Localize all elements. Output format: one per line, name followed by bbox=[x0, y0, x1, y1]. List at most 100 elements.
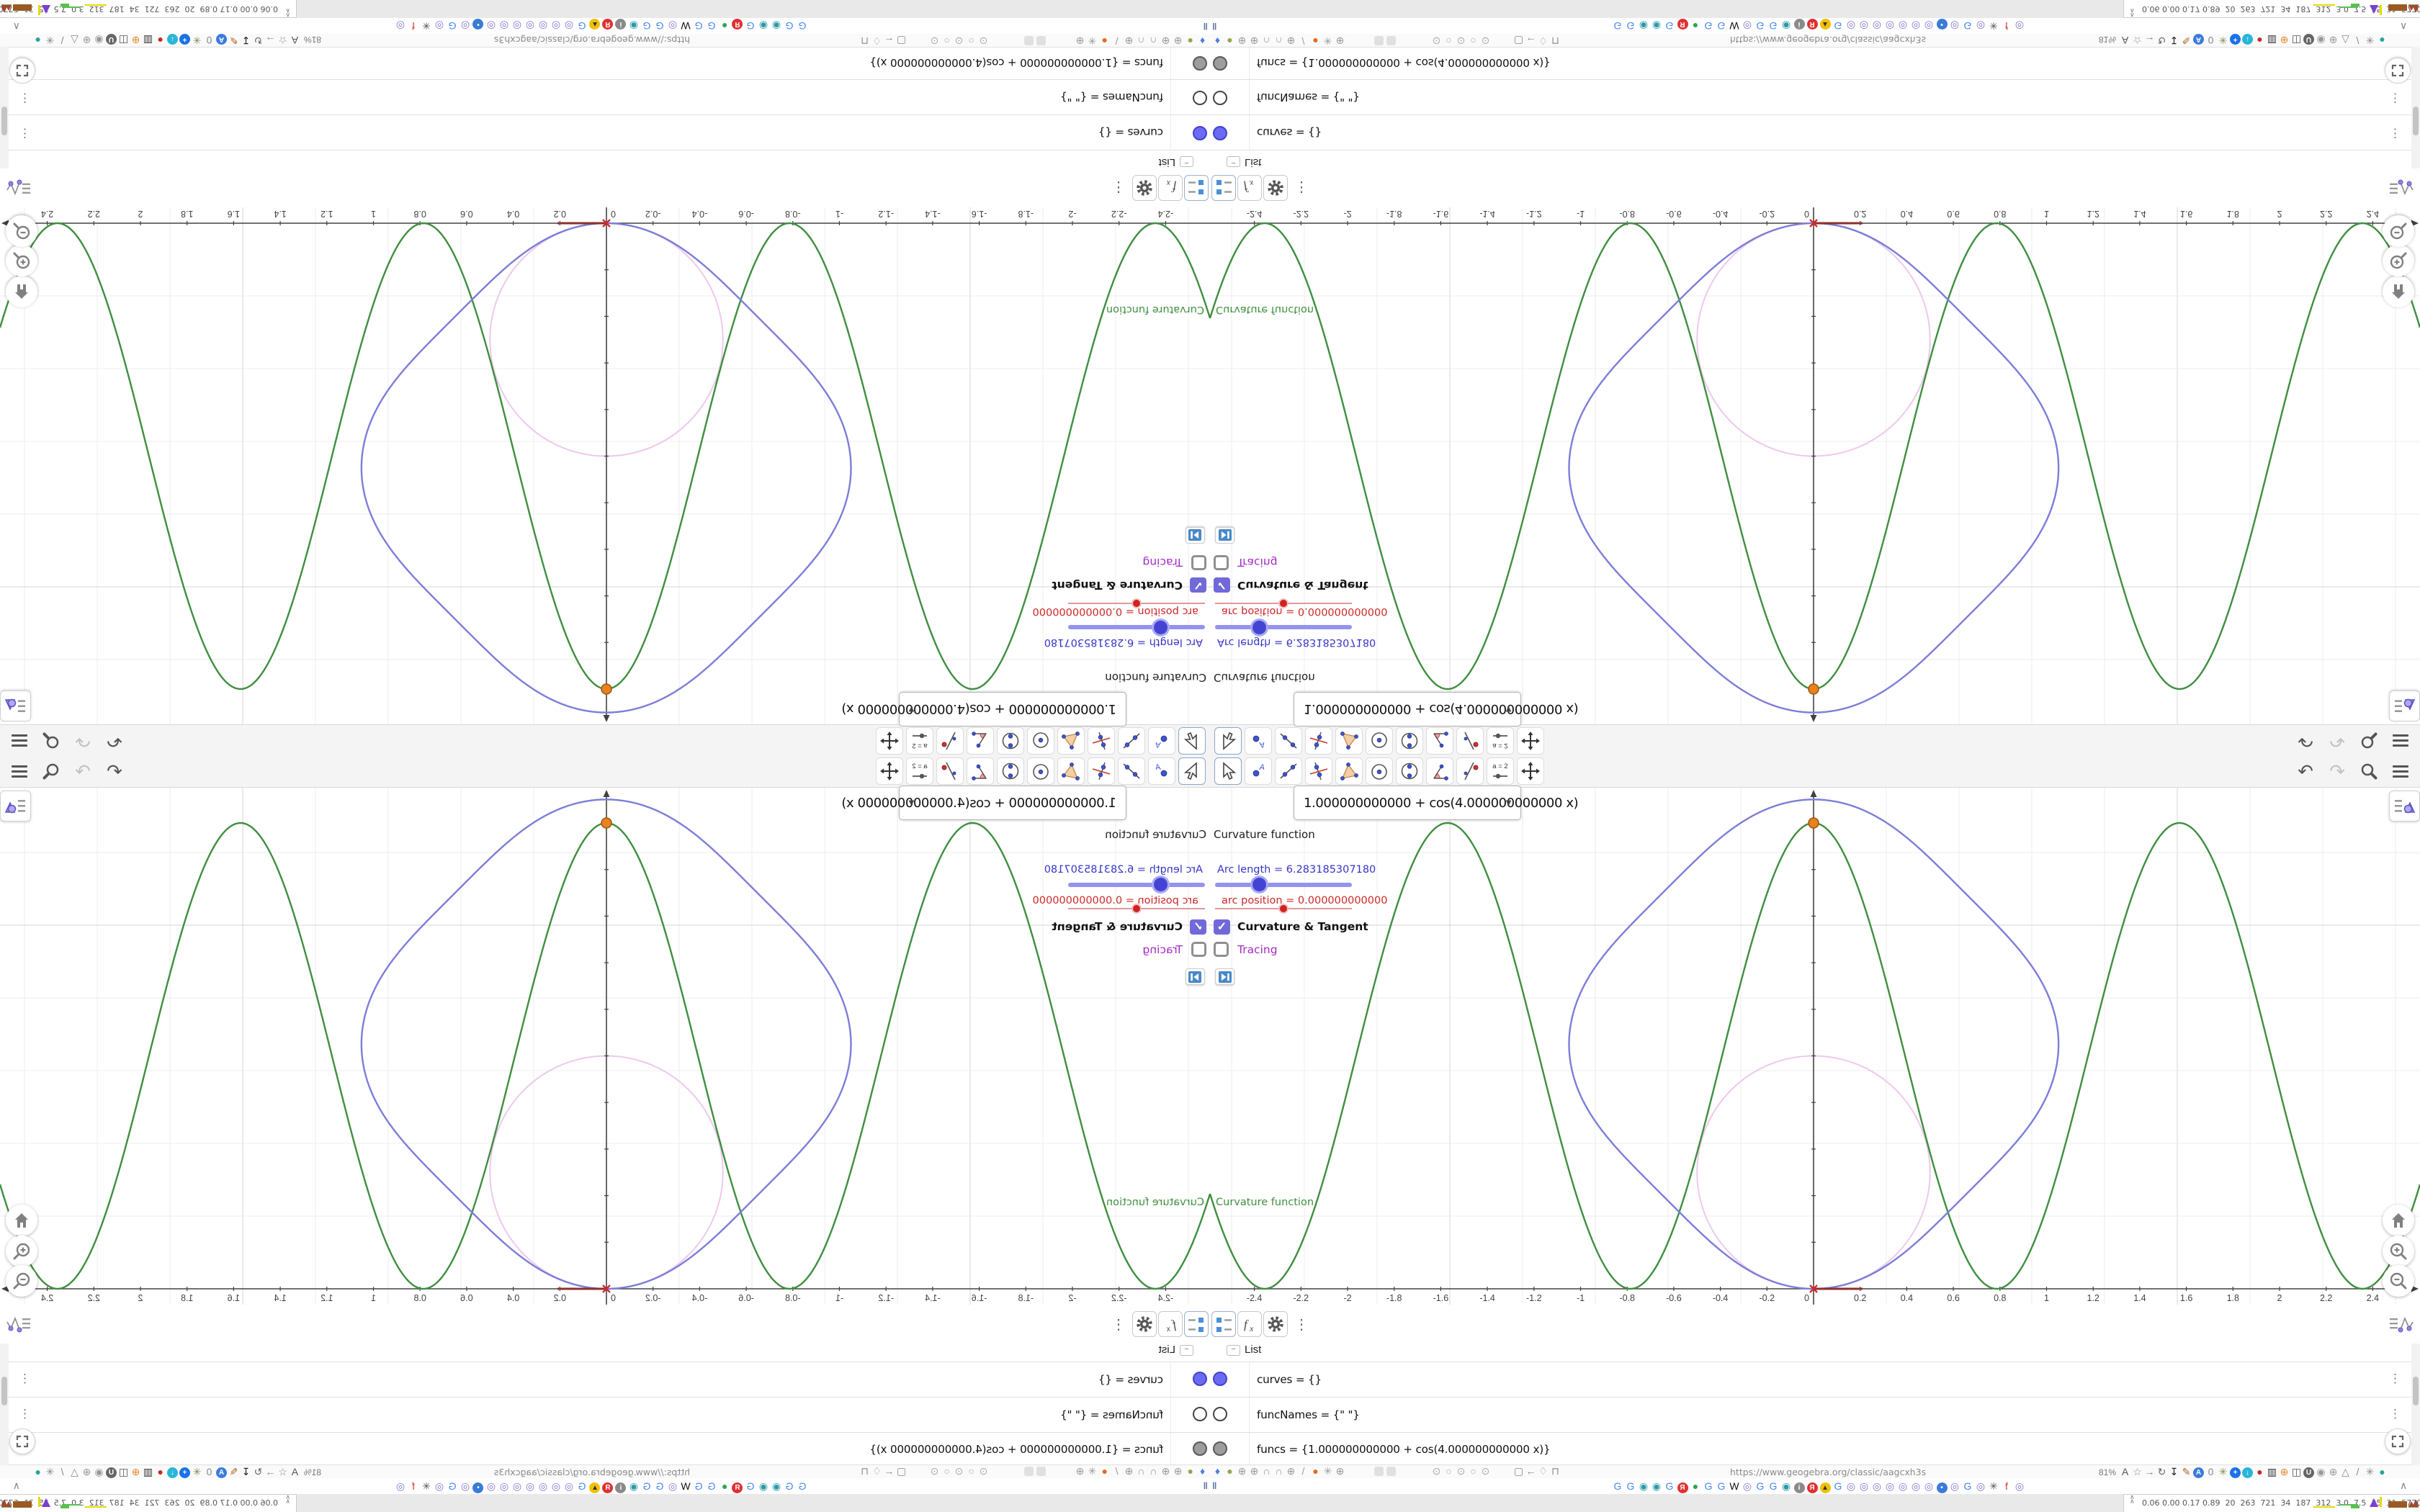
zoom-out-button[interactable] bbox=[6, 215, 37, 247]
extension-icon[interactable]: ⊕ bbox=[1172, 1465, 1184, 1477]
extension-icon[interactable]: ⊕ bbox=[1334, 35, 1346, 47]
favicon[interactable]: ◎ bbox=[459, 1479, 472, 1493]
favicon[interactable]: ◉ bbox=[770, 1479, 783, 1493]
page-action-icon[interactable]: 0 bbox=[203, 1466, 215, 1478]
zoom-in-button[interactable] bbox=[6, 1236, 37, 1267]
slider-tool[interactable]: a = 2 bbox=[906, 727, 933, 755]
extension-icon[interactable]: ∩ bbox=[1147, 35, 1160, 47]
extension-icon[interactable]: ⊕ bbox=[1123, 35, 1135, 47]
page-action-icon[interactable]: ⊕ bbox=[2278, 1466, 2290, 1478]
visibility-marble-funcNames[interactable] bbox=[1213, 1407, 1227, 1421]
angle-tool[interactable] bbox=[1426, 757, 1453, 785]
outline-icon[interactable]: ⊓ bbox=[859, 1465, 871, 1477]
page-action-icon[interactable]: ↧ bbox=[240, 1466, 252, 1478]
placeholder-icon[interactable] bbox=[1374, 36, 1384, 45]
favicon[interactable]: ◎ bbox=[1857, 19, 1870, 33]
page-action-icon[interactable]: ⊕ bbox=[2327, 35, 2339, 47]
view-settings-card[interactable] bbox=[2389, 791, 2420, 822]
row-menu-icon[interactable]: ⋮ bbox=[2389, 126, 2401, 140]
extension-icon[interactable]: ♦ bbox=[1196, 1465, 1209, 1477]
algebra-view-button[interactable] bbox=[1211, 1311, 1236, 1337]
favicon[interactable]: G bbox=[1702, 1479, 1715, 1493]
tracing-checkbox[interactable] bbox=[1214, 942, 1229, 957]
intersect-lines-tool[interactable] bbox=[1088, 757, 1115, 785]
favicon[interactable]: G bbox=[653, 19, 666, 33]
page-action-icon[interactable]: ◉ bbox=[2315, 35, 2327, 47]
extension-icon[interactable]: ∩ bbox=[1273, 1465, 1285, 1477]
ring-icon[interactable]: ⊙ bbox=[1455, 1465, 1467, 1477]
extension-icon[interactable]: ∩ bbox=[1260, 35, 1273, 47]
favicon[interactable]: ◎ bbox=[511, 1479, 524, 1493]
favicon[interactable]: ◎ bbox=[524, 1479, 537, 1493]
favicon[interactable]: ◎ bbox=[1974, 19, 1987, 33]
arc-position-slider-handle[interactable] bbox=[1133, 905, 1140, 912]
page-action-icon[interactable]: ● bbox=[2376, 35, 2388, 47]
page-action-icon[interactable]: A bbox=[289, 1466, 301, 1478]
scrollbar-thumb[interactable] bbox=[2413, 107, 2419, 135]
favicon[interactable]: G bbox=[1702, 19, 1715, 33]
extension-icon[interactable]: ⊕ bbox=[1172, 35, 1184, 47]
page-action-icon[interactable]: A bbox=[2192, 34, 2205, 47]
ring-icon[interactable]: ⊙ bbox=[1430, 35, 1443, 47]
zoom-out-button[interactable] bbox=[2383, 215, 2414, 247]
page-action-icon[interactable]: U bbox=[105, 1465, 117, 1478]
page-action-icon[interactable]: ● bbox=[2376, 1466, 2388, 1478]
favicon[interactable]: G bbox=[653, 1479, 666, 1493]
pan-tool[interactable] bbox=[1517, 757, 1544, 785]
undo-button[interactable]: ↶ bbox=[2292, 757, 2319, 785]
graphics-panel-icon[interactable] bbox=[4, 176, 32, 199]
point-tool[interactable]: A bbox=[1245, 757, 1272, 785]
tracing-checkbox[interactable] bbox=[1214, 555, 1229, 570]
intersect-lines-tool[interactable] bbox=[1088, 727, 1115, 755]
page-action-icon[interactable]: △ bbox=[2339, 1466, 2352, 1478]
page-action-icon[interactable]: + bbox=[179, 34, 191, 47]
extension-icon[interactable]: ∩ bbox=[1135, 35, 1147, 47]
favicon[interactable]: G bbox=[692, 19, 705, 33]
algebra-row-curves[interactable]: curves = {} bbox=[1098, 126, 1163, 139]
page-action-icon[interactable]: ● bbox=[154, 35, 166, 47]
page-action-icon[interactable]: ⊕ bbox=[81, 1466, 93, 1478]
favicon[interactable]: G bbox=[446, 1479, 459, 1493]
page-action-icon[interactable]: ◫ bbox=[117, 35, 130, 47]
favicon[interactable]: ◎ bbox=[524, 19, 537, 33]
page-action-icon[interactable]: ● bbox=[2254, 1466, 2266, 1478]
outline-icon[interactable]: ▢ bbox=[895, 1465, 908, 1477]
algebra-row-funcs[interactable]: funcs = {1.000000000000 + cos(4.00000000… bbox=[870, 56, 1163, 69]
row-menu-icon[interactable]: ⋮ bbox=[19, 91, 31, 105]
favicon[interactable]: G bbox=[1767, 1479, 1780, 1493]
arc-position-slider[interactable] bbox=[1215, 905, 1352, 912]
circle-tool[interactable] bbox=[1027, 757, 1054, 785]
play-pause-button[interactable] bbox=[1215, 527, 1234, 544]
favicon[interactable]: ◉ bbox=[770, 19, 783, 33]
circle-tool[interactable] bbox=[1366, 757, 1393, 785]
favicon[interactable]: i bbox=[1793, 1479, 1806, 1493]
extension-icon[interactable]: ∩ bbox=[1135, 1465, 1147, 1477]
page-action-icon[interactable]: ✎ bbox=[228, 1466, 240, 1478]
page-action-icon[interactable]: ✎ bbox=[2180, 35, 2192, 47]
favicon[interactable]: ✳ bbox=[1987, 19, 2000, 33]
outline-icon[interactable]: ▢ bbox=[1512, 35, 1525, 47]
favicon[interactable]: G bbox=[705, 1479, 718, 1493]
favicon[interactable]: ◉ bbox=[1650, 19, 1663, 33]
scrollbar-thumb[interactable] bbox=[1, 107, 7, 135]
extension-icon[interactable]: ♦ bbox=[1211, 1465, 1224, 1477]
ring-icon[interactable]: ⊙ bbox=[953, 1465, 965, 1477]
graphics-panel-icon[interactable] bbox=[2388, 176, 2416, 199]
point-tool[interactable]: A bbox=[1148, 757, 1175, 785]
favicon[interactable]: ▲ bbox=[1819, 19, 1832, 33]
favicon[interactable]: G bbox=[705, 19, 718, 33]
polygon-tool[interactable] bbox=[1057, 757, 1085, 785]
graph-canvas[interactable]: -2.4 -2.2 -2 -1.8 -1.6 -1.4 -1.2 -1 -0.8 -0.6 -0.4… bbox=[1210, 207, 2420, 726]
favicon[interactable]: ◎ bbox=[1974, 1479, 1987, 1493]
placeholder-icon[interactable] bbox=[1374, 1467, 1384, 1476]
visibility-marble-curves[interactable] bbox=[1213, 1372, 1227, 1386]
favicon[interactable]: ◎ bbox=[1870, 1479, 1883, 1493]
favicon[interactable]: f bbox=[407, 1479, 420, 1493]
play-pause-button[interactable] bbox=[1186, 968, 1205, 985]
page-action-icon[interactable]: ✳ bbox=[44, 1466, 56, 1478]
fullscreen-button[interactable] bbox=[2385, 1428, 2411, 1454]
page-action-icon[interactable]: ↻ bbox=[2156, 35, 2168, 47]
page-action-icon[interactable]: ✳ bbox=[2364, 35, 2376, 47]
page-action-icon[interactable]: ↓ bbox=[2241, 1465, 2254, 1478]
page-action-icon[interactable]: ☆ bbox=[277, 1466, 289, 1478]
